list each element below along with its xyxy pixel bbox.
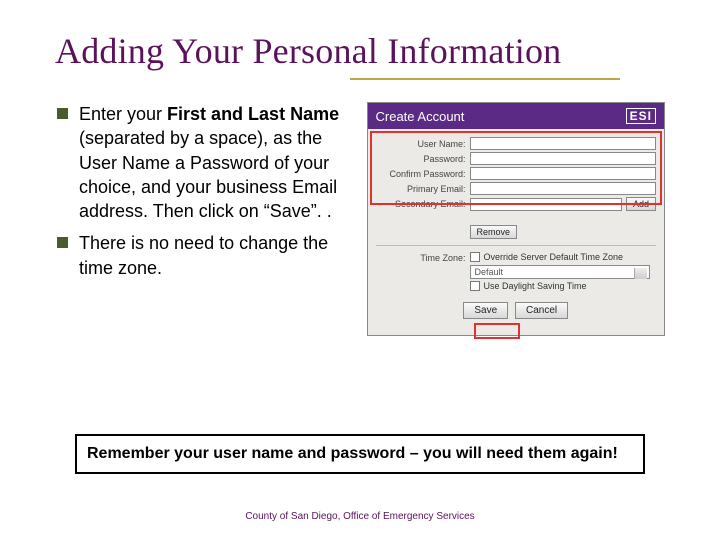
save-button[interactable]: Save [463, 302, 508, 319]
create-account-screenshot: Create Account ESI User Name: Password: … [367, 102, 666, 336]
input-password[interactable] [470, 152, 657, 165]
screenshot-header: Create Account ESI [368, 103, 665, 129]
remove-button[interactable]: Remove [470, 225, 518, 239]
input-user-name[interactable] [470, 137, 657, 150]
label-dst: Use Daylight Saving Time [484, 281, 587, 291]
divider [376, 245, 657, 246]
bullet-1-rest: (separated by a space), as the User Name… [79, 128, 337, 221]
slide-title: Adding Your Personal Information [55, 30, 665, 72]
label-primary-email: Primary Email: [376, 184, 466, 194]
bullet-list: Enter your First and Last Name (separate… [55, 102, 349, 280]
input-confirm-password[interactable] [470, 167, 657, 180]
cancel-button[interactable]: Cancel [515, 302, 568, 319]
bullet-1-bold: First and Last Name [167, 104, 339, 124]
bullet-1-prefix: Enter your [79, 104, 167, 124]
add-button[interactable]: Add [626, 197, 656, 211]
label-override-tz: Override Server Default Time Zone [484, 252, 624, 262]
bullet-2-text: There is no need to change the time zone… [79, 233, 328, 277]
checkbox-dst[interactable] [470, 281, 480, 291]
slide-footer: County of San Diego, Office of Emergency… [0, 511, 720, 522]
screenshot-header-title: Create Account [376, 109, 465, 124]
input-primary-email[interactable] [470, 182, 657, 195]
label-password: Password: [376, 154, 466, 164]
reminder-callout: Remember your user name and password – y… [75, 434, 645, 474]
select-time-zone[interactable]: Default [470, 265, 650, 279]
input-secondary-email[interactable] [470, 198, 622, 211]
label-user-name: User Name: [376, 139, 466, 149]
label-time-zone: Time Zone: [376, 253, 466, 263]
title-underline [350, 78, 620, 80]
label-confirm-password: Confirm Password: [376, 169, 466, 179]
label-secondary-email: Secondary Email: [376, 199, 466, 209]
checkbox-override-tz[interactable] [470, 252, 480, 262]
bullet-2: There is no need to change the time zone… [55, 231, 349, 280]
esi-logo: ESI [626, 108, 656, 124]
bullet-1: Enter your First and Last Name (separate… [55, 102, 349, 223]
